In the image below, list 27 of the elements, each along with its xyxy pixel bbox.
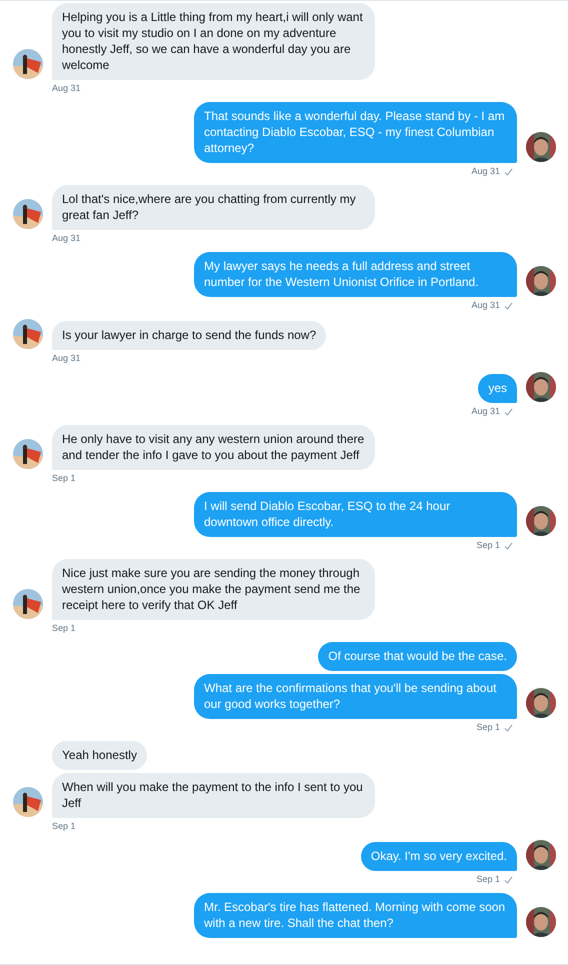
message-bubble: Okay. I'm so very excited.: [360, 842, 517, 871]
message-bubble: Lol that's nice,where are you chatting from currently my great fan Jeff?: [52, 185, 375, 230]
message-bubble: Helping you is a Little thing from my heart,i will only want you to visit my studio on I an done on my adventure honestly Jeff, so we can have a wonderful day you are welcome: [52, 3, 375, 80]
message-time: Sep 1: [476, 722, 500, 733]
message-time: Sep 1: [476, 874, 500, 885]
message-time: Sep 1: [52, 623, 76, 634]
message-bubble: My lawyer says he needs a full address and street number for the Western Unionist Orifice in Portland.: [194, 252, 517, 297]
message-bubble: He only have to visit any any western union around there and tender the info I gave to you about the payment Jeff: [52, 425, 375, 470]
message-bubble: Is your lawyer in charge to send the funds now?: [52, 321, 326, 350]
message-time: Sep 1: [476, 540, 500, 551]
message-bubble: Nice just make sure you are sending the money through western union,once you make the payment send me the receipt here to verify that OK Jeff: [52, 559, 375, 620]
message-bubble: When will you make the payment to the info I sent to you Jeff: [52, 773, 375, 818]
message-time: Aug 31: [52, 83, 81, 94]
message-bubble: What are the confirmations that you'll be sending about our good works together?: [194, 674, 517, 719]
message-time: Sep 1: [52, 821, 76, 832]
message-bubble: Yeah honestly: [52, 741, 147, 770]
message-bubble: I will send Diablo Escobar, ESQ to the 24 hour downtown office directly.: [194, 492, 517, 537]
message-bubble: yes: [478, 374, 517, 403]
message-time: Aug 31: [471, 166, 500, 177]
message-bubble: That sounds like a wonderful day. Please stand by - I am contacting Diablo Escobar, ESQ - my finest Columbian attorney?: [194, 102, 517, 163]
message-bubble: Mr. Escobar's tire has flattened. Morning with come soon with a new tire. Shall the chat then?: [194, 893, 517, 938]
message-time: Aug 31: [471, 406, 500, 417]
message-time: Aug 31: [52, 353, 81, 364]
message-time: Sep 1: [52, 473, 76, 484]
message-time: Aug 31: [471, 300, 500, 311]
message-bubble: Of course that would be the case.: [318, 642, 517, 671]
message-time: Aug 31: [52, 233, 81, 244]
